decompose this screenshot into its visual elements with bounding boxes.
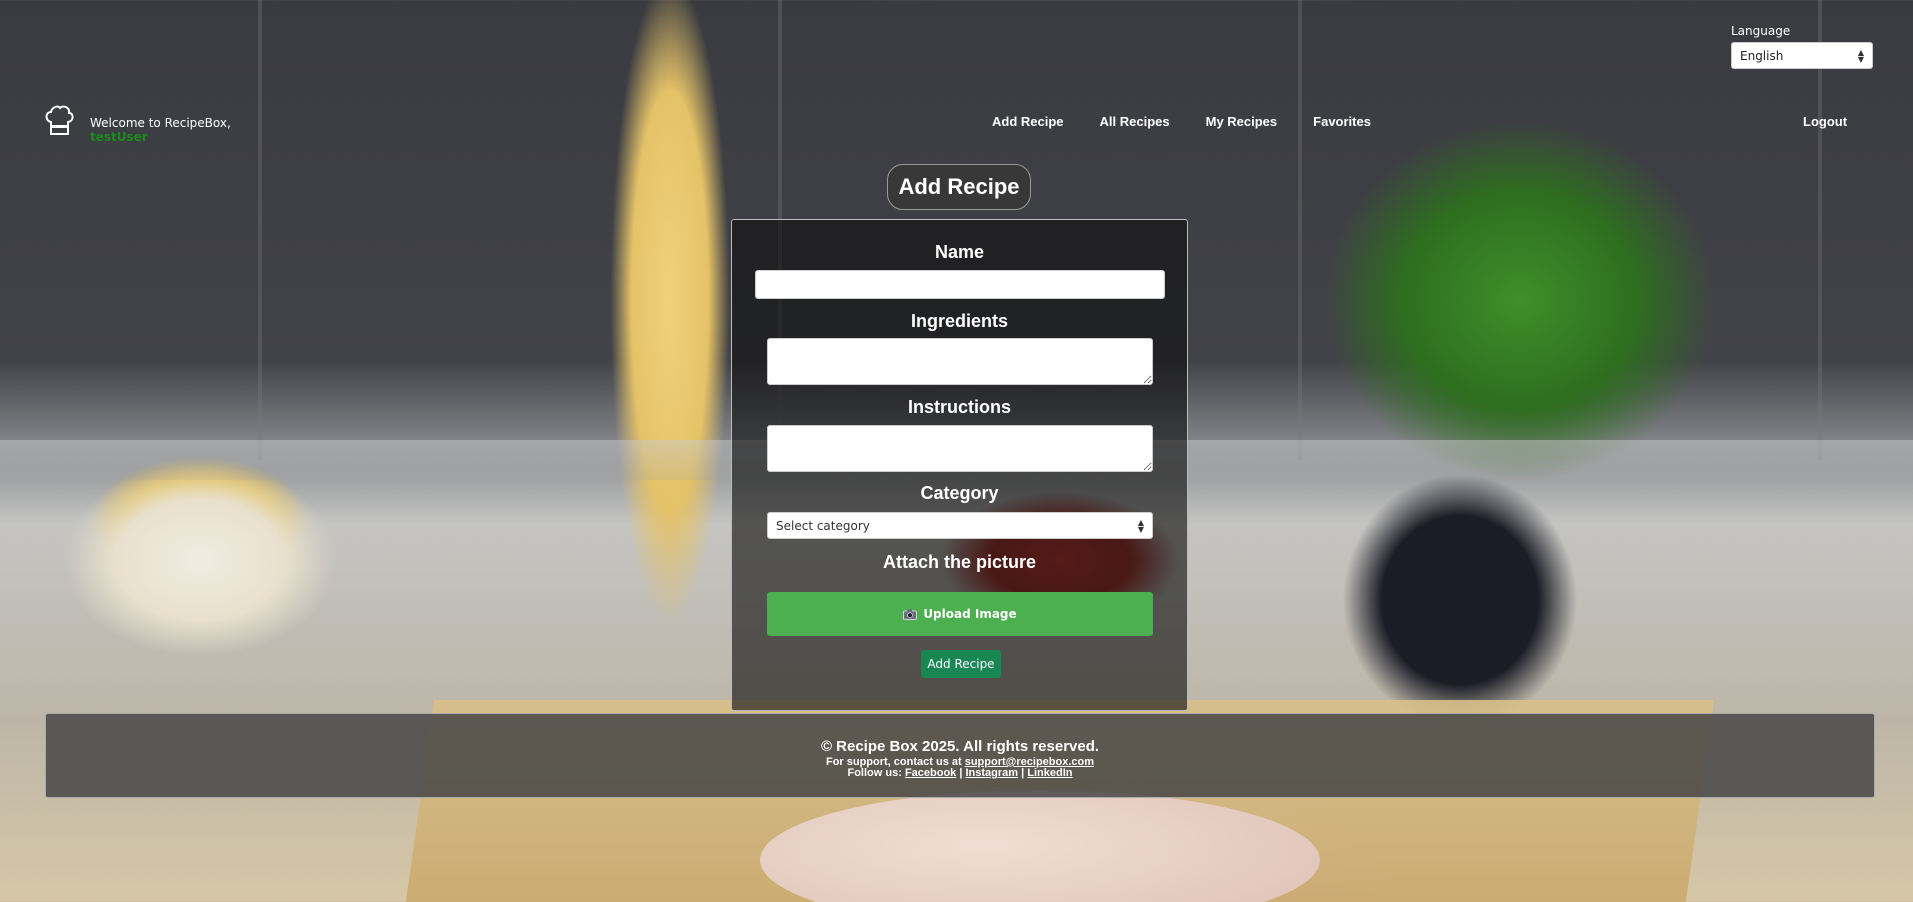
instructions-label: Instructions [907,397,1011,417]
picture-label: Attach the picture [882,552,1037,572]
language-label: Language [1731,24,1791,38]
category-selected: Select category [776,518,870,533]
language-select[interactable]: English ▲ ▼ [1731,42,1873,69]
updown-arrows-icon: ▲ ▼ [1137,517,1144,534]
category-select[interactable]: Select category ▲ ▼ [767,512,1153,539]
upload-image-label: Upload Image [923,607,1017,621]
chef-hat-icon [45,105,74,135]
name-label: Name [934,242,985,262]
instructions-textarea[interactable] [767,425,1153,472]
add-recipe-submit-button[interactable]: Add Recipe [921,650,1001,678]
copyright: © Recipe Box 2025. All rights reserved. [820,738,1100,755]
welcome-message: Welcome to RecipeBox, testUser [90,116,231,144]
add-recipe-form: Name Ingredients Instructions Category S… [731,219,1188,711]
ingredients-label: Ingredients [910,311,1008,331]
logout-link[interactable]: Logout [1803,114,1847,129]
nav-add-recipe[interactable]: Add Recipe [992,114,1064,129]
follow-prefix: Follow us: [847,767,902,779]
welcome-text: Welcome to RecipeBox, [90,116,231,130]
follow-line: Follow us: Facebook | Instagram | Linked… [46,767,1874,779]
username: testUser [90,130,148,144]
linkedin-link[interactable]: LinkedIn [1027,767,1072,779]
nav-my-recipes[interactable]: My Recipes [1206,114,1278,129]
separator: | [1021,767,1025,779]
brand: Welcome to RecipeBox, testUser [44,104,231,144]
page-title: Add Recipe [887,164,1031,210]
nav-all-recipes[interactable]: All Recipes [1100,114,1170,129]
language-picker: Language English ▲ ▼ [1731,24,1873,69]
language-selected: English [1740,48,1784,63]
separator: | [959,767,963,779]
nav-favorites[interactable]: Favorites [1313,114,1371,129]
upload-image-button[interactable]: Upload Image [767,592,1153,636]
name-input[interactable] [755,270,1165,299]
updown-arrows-icon: ▲ ▼ [1857,47,1864,64]
instagram-link[interactable]: Instagram [966,767,1019,779]
ingredients-textarea[interactable] [767,338,1153,385]
main-nav: Add Recipe All Recipes My Recipes Favori… [992,114,1371,129]
footer: © Recipe Box 2025. All rights reserved. … [45,713,1875,798]
facebook-link[interactable]: Facebook [905,767,956,779]
camera-icon [903,609,918,620]
category-label: Category [920,483,999,503]
